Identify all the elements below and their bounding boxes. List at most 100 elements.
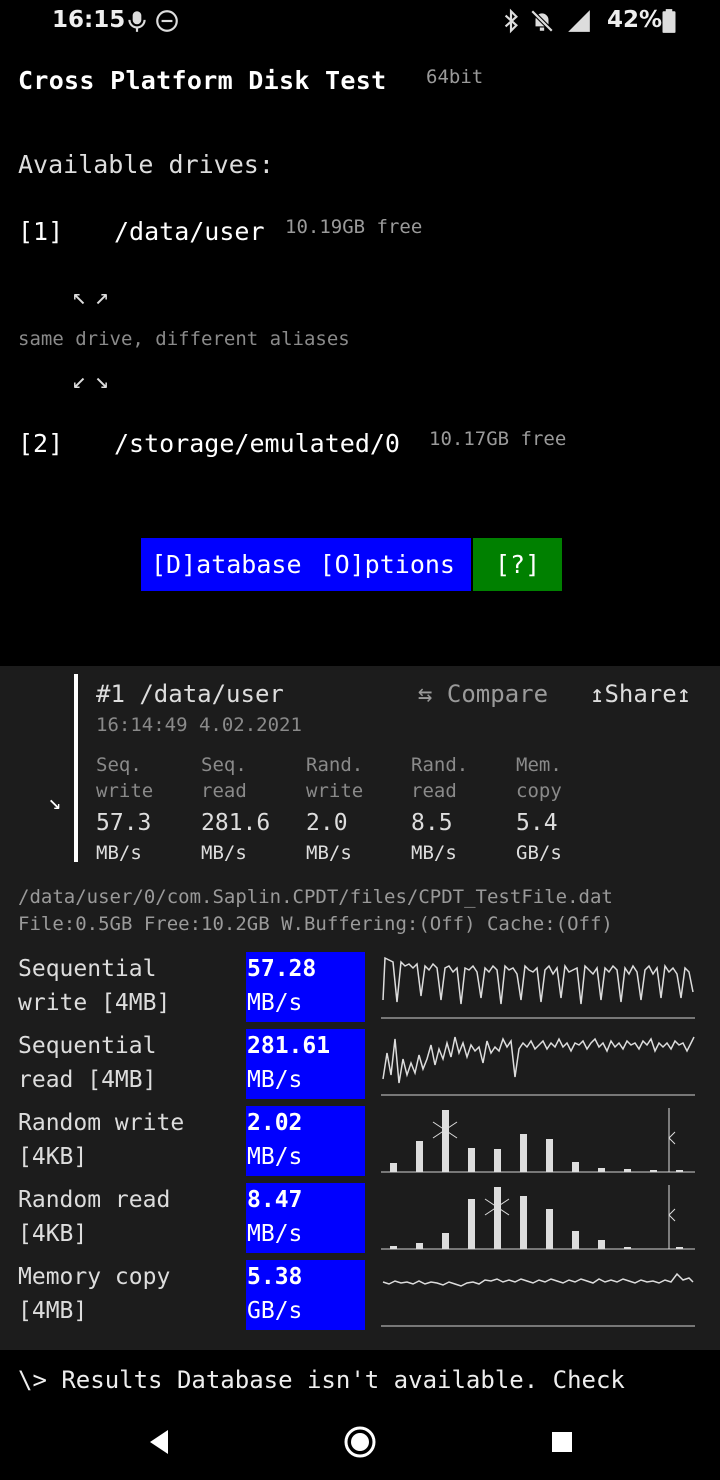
status-bar: 16:15 42% <box>0 0 720 44</box>
test-file-info: File:0.5GB Free:10.2GB W.Buffering:(Off)… <box>18 913 613 935</box>
bell-off-icon <box>530 9 554 33</box>
test-row-rand-write: Random write [4KB] 2.02 MB/s <box>0 1106 720 1178</box>
test-file-path: /data/user/0/com.Saplin.CPDT/files/CPDT_… <box>18 886 613 908</box>
result-title: #1 /data/user <box>96 680 284 708</box>
summary-label: Seq. <box>201 754 247 776</box>
summary-rand-read: Rand. read 8.5 MB/s <box>411 752 511 868</box>
test-value-number: 8.47 <box>247 1187 303 1213</box>
drive-number[interactable]: [1] <box>18 217 63 246</box>
result-divider <box>74 674 78 862</box>
summary-unit: MB/s <box>411 842 457 864</box>
test-name: Sequential read [4MB] <box>18 1029 238 1097</box>
test-value-unit: GB/s <box>247 1298 303 1324</box>
test-value: 5.38 GB/s <box>246 1260 365 1330</box>
recents-icon[interactable] <box>542 1422 582 1462</box>
test-name-line: Sequential <box>18 1033 157 1059</box>
test-value-unit: MB/s <box>247 1144 303 1170</box>
summary-seq-write: Seq. write 57.3 MB/s <box>96 752 196 868</box>
summary-label: read <box>201 780 247 802</box>
test-row-rand-read: Random read [4KB] 8.47 MB/s <box>0 1183 720 1255</box>
test-name-line: write [4MB] <box>18 990 171 1016</box>
app-arch: 64bit <box>426 66 484 88</box>
compare-button[interactable]: ⇆ Compare <box>418 680 548 708</box>
summary-label: read <box>411 780 457 802</box>
test-name-line: read [4MB] <box>18 1067 157 1093</box>
test-value-unit: MB/s <box>247 1221 303 1247</box>
console-message: \> Results Database isn't available. Che… <box>18 1366 625 1394</box>
test-value-unit: MB/s <box>247 1067 303 1093</box>
alias-arrows-up: ↖↗ <box>72 282 117 310</box>
test-name: Memory copy [4MB] <box>18 1260 238 1328</box>
summary-label: Rand. <box>411 754 469 776</box>
test-value-number: 281.61 <box>247 1033 331 1059</box>
summary-label: write <box>306 780 364 802</box>
histogram-graph <box>381 1108 695 1173</box>
navigation-bar <box>0 1400 720 1480</box>
test-name: Random write [4KB] <box>18 1106 238 1174</box>
drive-free-space: 10.19GB free <box>285 216 423 238</box>
summary-value: 5.4 <box>516 810 558 836</box>
test-row-seq-write: Sequential write [4MB] 57.28 MB/s <box>0 952 720 1024</box>
speed-graph <box>381 956 695 1019</box>
summary-value: 2.0 <box>306 810 348 836</box>
drive-free-space: 10.17GB free <box>429 428 567 450</box>
test-name-line: Sequential <box>18 956 157 982</box>
back-icon[interactable] <box>140 1422 180 1462</box>
summary-value: 57.3 <box>96 810 152 836</box>
test-name: Random read [4KB] <box>18 1183 238 1251</box>
signal-icon <box>568 10 590 32</box>
alias-note: same drive, different aliases <box>18 328 350 350</box>
test-value-number: 2.02 <box>247 1110 303 1136</box>
summary-label: write <box>96 780 154 802</box>
summary-rand-write: Rand. write 2.0 MB/s <box>306 752 406 868</box>
summary-label: copy <box>516 780 562 802</box>
summary-value: 8.5 <box>411 810 453 836</box>
test-value: 57.28 MB/s <box>246 952 365 1022</box>
drive-path[interactable]: /storage/emulated/0 <box>114 429 400 458</box>
test-name-line: [4MB] <box>18 1298 88 1324</box>
test-value: 8.47 MB/s <box>246 1183 365 1253</box>
results-panel: ↘ #1 /data/user 16:14:49 4.02.2021 ⇆ Com… <box>0 666 720 1350</box>
test-name-line: Memory copy <box>18 1264 171 1290</box>
bluetooth-icon <box>504 8 518 34</box>
speed-graph <box>381 1036 695 1096</box>
summary-value: 281.6 <box>201 810 271 836</box>
app-title: Cross Platform Disk Test <box>18 66 387 95</box>
battery-icon <box>662 9 676 33</box>
test-value-number: 5.38 <box>247 1264 303 1290</box>
test-row-mem-copy: Memory copy [4MB] 5.38 GB/s <box>0 1260 720 1332</box>
test-name-line: [4KB] <box>18 1144 88 1170</box>
summary-seq-read: Seq. read 281.6 MB/s <box>201 752 301 868</box>
status-time: 16:15 <box>52 7 126 33</box>
summary-label: Seq. <box>96 754 142 776</box>
test-value: 281.61 MB/s <box>246 1029 365 1099</box>
test-name-line: Random write <box>18 1110 185 1136</box>
drive-number[interactable]: [2] <box>18 429 63 458</box>
action-buttons: [D]atabase [O]ptions [?] <box>141 538 563 591</box>
test-value: 2.02 MB/s <box>246 1106 365 1176</box>
summary-unit: MB/s <box>96 842 142 864</box>
summary-label: Mem. <box>516 754 562 776</box>
database-button[interactable]: [D]atabase <box>141 538 312 591</box>
summary-unit: MB/s <box>306 842 352 864</box>
options-button[interactable]: [O]ptions <box>311 538 471 591</box>
share-button[interactable]: ↥Share↥ <box>590 680 691 708</box>
result-timestamp: 16:14:49 4.02.2021 <box>96 714 302 736</box>
home-icon[interactable] <box>340 1422 380 1462</box>
drive-path[interactable]: /data/user <box>114 217 265 246</box>
summary-mem-copy: Mem. copy 5.4 GB/s <box>516 752 616 868</box>
summary-label: Rand. <box>306 754 364 776</box>
summary-unit: MB/s <box>201 842 247 864</box>
test-row-seq-read: Sequential read [4MB] 281.61 MB/s <box>0 1029 720 1101</box>
test-name: Sequential write [4MB] <box>18 952 238 1020</box>
summary-unit: GB/s <box>516 842 562 864</box>
help-button[interactable]: [?] <box>472 538 563 591</box>
speed-graph <box>381 1272 695 1327</box>
test-value-unit: MB/s <box>247 990 303 1016</box>
alias-arrows-down: ↙↘ <box>72 366 117 394</box>
test-name-line: [4KB] <box>18 1221 88 1247</box>
collapse-arrow-icon[interactable]: ↘ <box>48 790 61 815</box>
battery-percent: 42% <box>607 7 663 33</box>
histogram-graph <box>381 1185 695 1250</box>
microphone-icon <box>128 11 146 32</box>
